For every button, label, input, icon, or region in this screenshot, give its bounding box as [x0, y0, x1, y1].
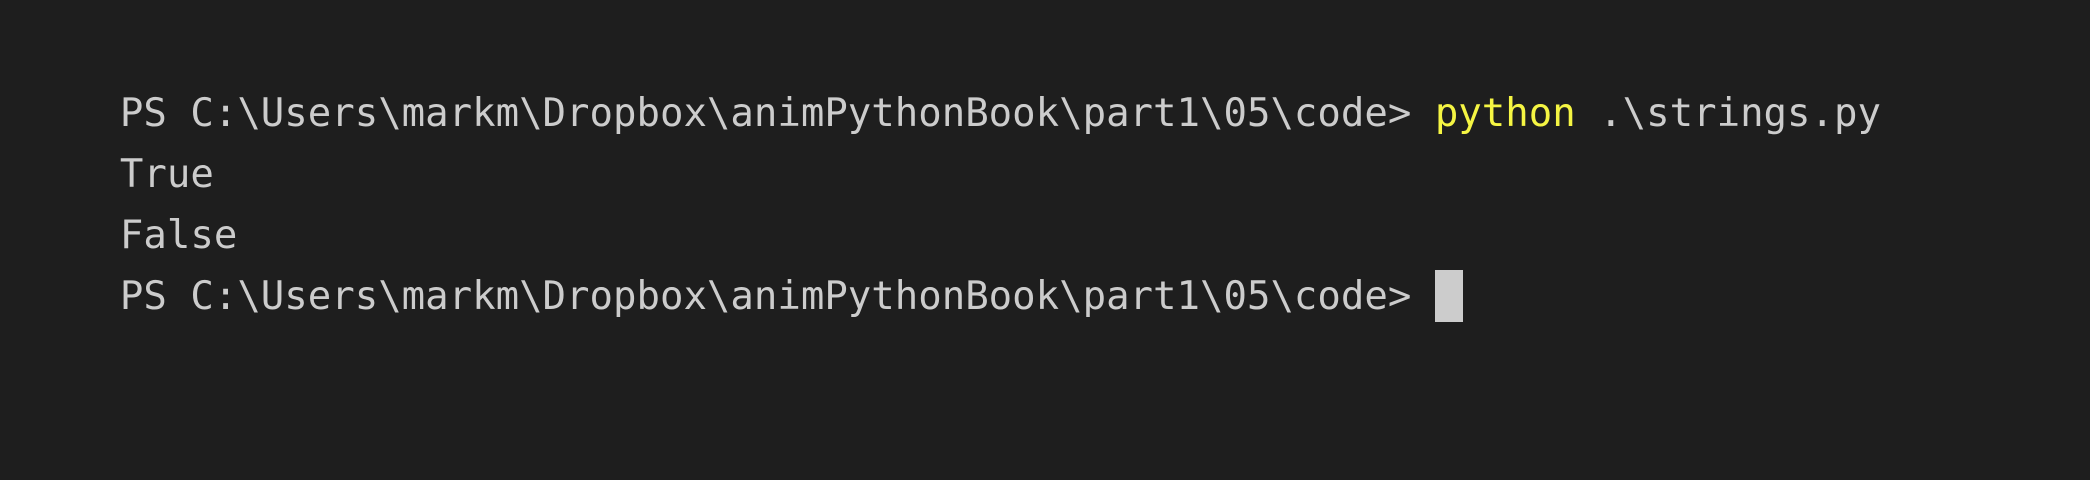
- command-name: python: [1434, 91, 1576, 136]
- terminal-panel[interactable]: PS C:\Users\markm\Dropbox\animPythonBook…: [0, 0, 2090, 480]
- terminal-line-command: PS C:\Users\markm\Dropbox\animPythonBook…: [26, 22, 2090, 136]
- output-text: False: [119, 213, 238, 258]
- command-args: .\strings.py: [1575, 91, 1881, 136]
- output-text: True: [119, 152, 214, 197]
- prompt-text: PS C:\Users\markm\Dropbox\animPythonBook…: [119, 274, 1435, 319]
- text-cursor[interactable]: [1434, 269, 1463, 322]
- prompt-text: PS C:\Users\markm\Dropbox\animPythonBook…: [119, 91, 1435, 136]
- output-line: False: [26, 144, 2090, 258]
- terminal-line-prompt[interactable]: PS C:\Users\markm\Dropbox\animPythonBook…: [26, 205, 2090, 322]
